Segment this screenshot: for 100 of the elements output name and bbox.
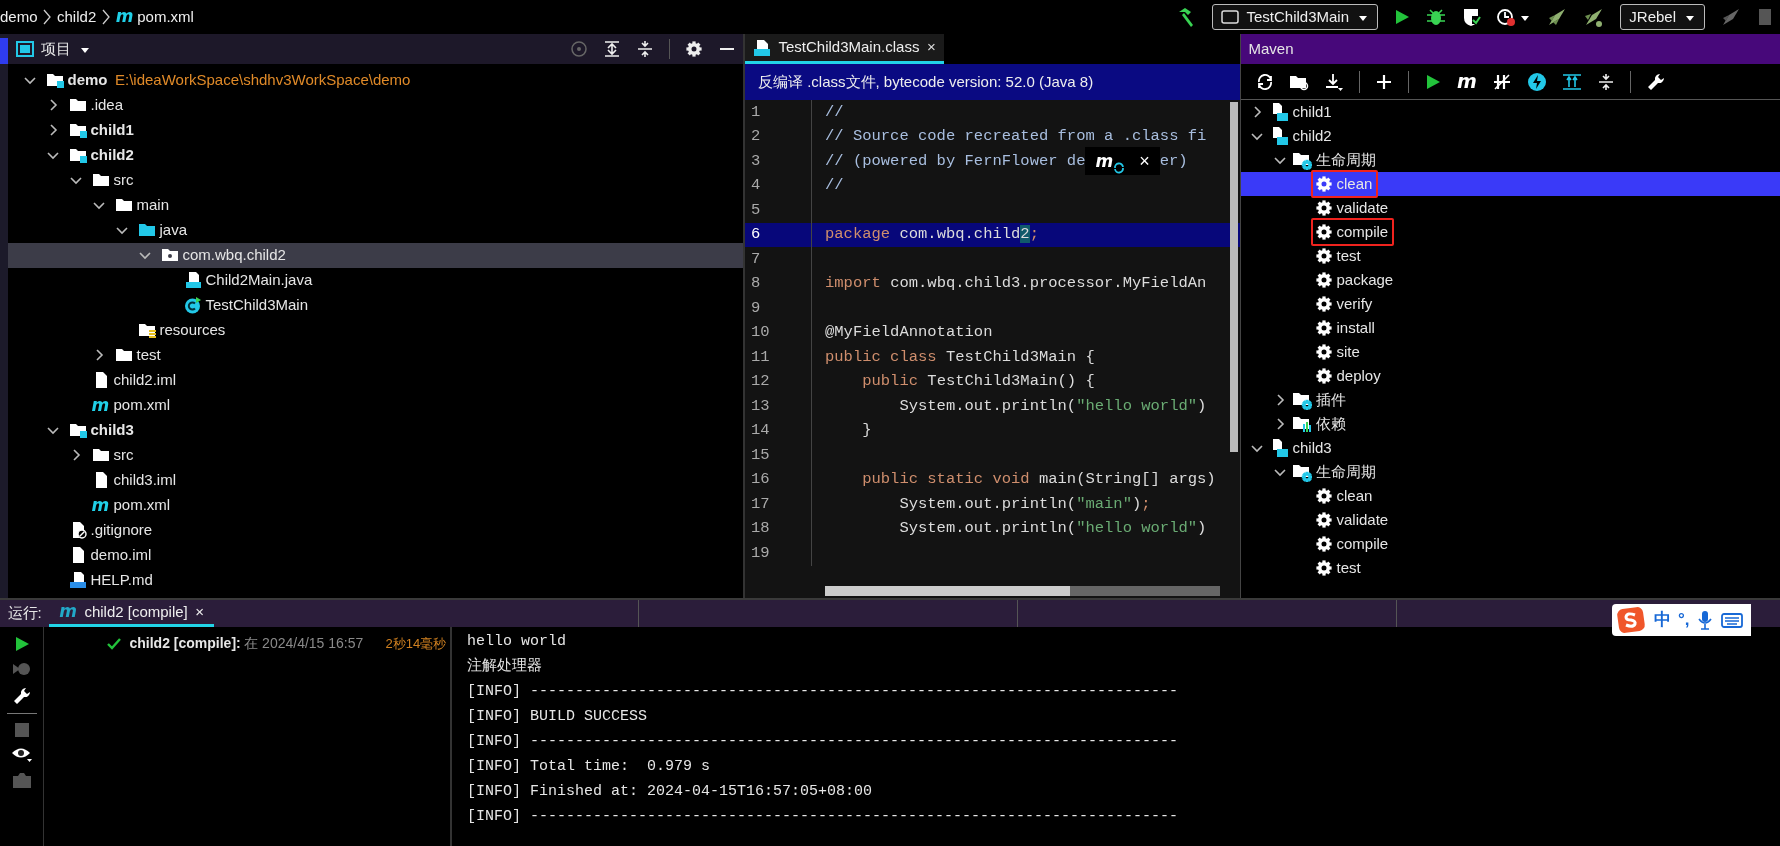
skip-tests-icon[interactable] [1491,72,1512,91]
tree-item[interactable]: clean [1241,484,1780,508]
tree-item[interactable]: child1 [1241,100,1780,124]
tree-item[interactable]: m pom.xml [8,492,743,518]
console-line: [INFO] Finished at: 2024-04-15T16:57:05+08:00 [467,782,874,802]
locate-icon[interactable] [569,40,588,58]
code-line: // Source code recreated from a .class fi [825,126,1207,148]
tree-item[interactable]: src [8,167,743,193]
download-icon[interactable] [1324,72,1344,91]
tree-item[interactable]: child2 [1241,124,1780,148]
rerun-failed-icon[interactable] [11,660,32,678]
tree-item[interactable]: site [1241,340,1780,364]
scrollbar-thumb[interactable] [825,586,1070,596]
maven-reload-button[interactable]: m [1095,148,1126,174]
tree-item[interactable]: 依赖 [1241,412,1780,436]
debug-icon[interactable] [1425,7,1446,27]
module-folder-icon [68,421,87,440]
gear-icon [1314,367,1333,385]
close-button[interactable]: × [926,36,936,59]
tree-item[interactable]: HELP.md [8,567,743,593]
punctuation-mode[interactable]: °, [1678,607,1690,633]
tree-item[interactable]: 生命周期 [1241,148,1780,172]
scrollbar-thumb[interactable] [1230,102,1238,452]
code-line: } [861,420,872,442]
tree-item[interactable]: demo E:\ideaWorkSpace\shdhv3WorkSpace\demo [8,67,743,93]
breadcrumb[interactable]: demo [0,5,38,29]
tree-item[interactable]: .gitignore [8,517,743,543]
panel-title-dropdown[interactable]: 项目 [41,37,91,61]
tree-item[interactable]: 生命周期 [1241,460,1780,484]
tree-item[interactable]: validate [1241,508,1780,532]
run-tab[interactable]: m child2 [compile] × [49,600,215,627]
line-number: 2 [750,126,762,148]
breadcrumb[interactable]: m pom.xml [115,4,194,30]
gear-icon [1314,487,1333,505]
tree-item[interactable]: src [8,442,743,468]
tool-icon[interactable] [1756,6,1773,28]
tree-item[interactable]: java [8,217,743,243]
line-number: 10 [750,322,771,344]
tree-item[interactable]: TestChild3Main [8,292,743,318]
close-button[interactable]: × [1139,147,1150,175]
tree-item[interactable]: package [1241,268,1780,292]
profiler-icon[interactable] [1495,7,1516,27]
add-icon[interactable] [1375,72,1393,91]
tree-item[interactable]: child3.iml [8,467,743,493]
gear-icon [1314,511,1333,529]
panel-title: Maven [1248,38,1294,59]
expand-all-icon[interactable] [1561,72,1582,91]
maven-goal-button[interactable]: m [1457,67,1477,96]
annotation-frame [1310,169,1379,199]
plugin-dropdown[interactable]: JRebel [1620,4,1705,30]
code-line: // [825,175,844,197]
module-folder-icon [45,71,64,90]
settings-icon[interactable] [684,40,703,58]
tree-item[interactable]: child2 [8,142,743,168]
breadcrumb[interactable]: child2 [57,5,97,29]
line-number: 14 [750,420,771,442]
tree-item[interactable]: child2.iml [8,367,743,393]
horizontal-scrollbar[interactable] [825,586,1220,596]
tree-item[interactable]: main [8,192,743,218]
refresh-icon[interactable] [1256,72,1274,91]
run-entry[interactable]: child2 [compile]: 在 2024/4/15 16:57 2秒14毫秒 [44,630,450,657]
close-button[interactable]: × [195,600,205,624]
tree-item[interactable]: child1 [8,117,743,143]
tree-item[interactable]: validate [1241,196,1780,220]
lightning-icon[interactable] [1526,71,1547,92]
line-number: 11 [750,346,771,368]
microphone-icon[interactable] [1697,610,1714,630]
config-icon [1221,8,1239,26]
tree-item[interactable]: demo.iml [8,542,743,568]
tree-item[interactable]: Child2Main.java [8,267,743,293]
tree-item[interactable]: install [1241,316,1780,340]
keyboard-icon[interactable] [1720,611,1743,629]
tree-item[interactable]: compile [1241,532,1780,556]
camera-icon[interactable] [11,770,32,789]
tree-item[interactable]: m pom.xml [8,392,743,418]
collapse-all-icon[interactable] [1596,72,1615,91]
input-mode[interactable]: 中 [1653,607,1671,633]
line-number: 18 [750,518,771,540]
tree-item[interactable]: resources [8,317,743,343]
collapse-all-icon[interactable] [635,40,654,58]
tree-item[interactable]: clean [1241,172,1780,196]
dependencies-folder-icon [1291,414,1312,434]
run-configuration-dropdown[interactable]: TestChild3Main [1212,4,1378,30]
tree-item[interactable]: test [1241,556,1780,580]
project-path: E:\ideaWorkSpace\shdhv3WorkSpace\demo [115,70,411,90]
tree-item[interactable]: child3 [1241,436,1780,460]
java-file-icon [183,271,202,290]
stop-icon[interactable] [13,721,30,738]
tree-item[interactable]: verify [1241,292,1780,316]
tree-item[interactable]: compile [1241,220,1780,244]
tree-item[interactable]: .idea [8,92,743,118]
tree-item[interactable]: 插件 [1241,388,1780,412]
tree-item[interactable]: deploy [1241,364,1780,388]
tree-item[interactable]: test [8,342,743,368]
tree-item[interactable]: child3 [8,417,743,443]
run-icon[interactable] [1424,72,1442,91]
tree-item[interactable]: com.wbq.child2 [8,242,743,268]
tree-item[interactable]: test [1241,244,1780,268]
editor-tab[interactable]: TestChild3Main.class × [745,34,944,64]
gear-icon [1314,223,1333,241]
